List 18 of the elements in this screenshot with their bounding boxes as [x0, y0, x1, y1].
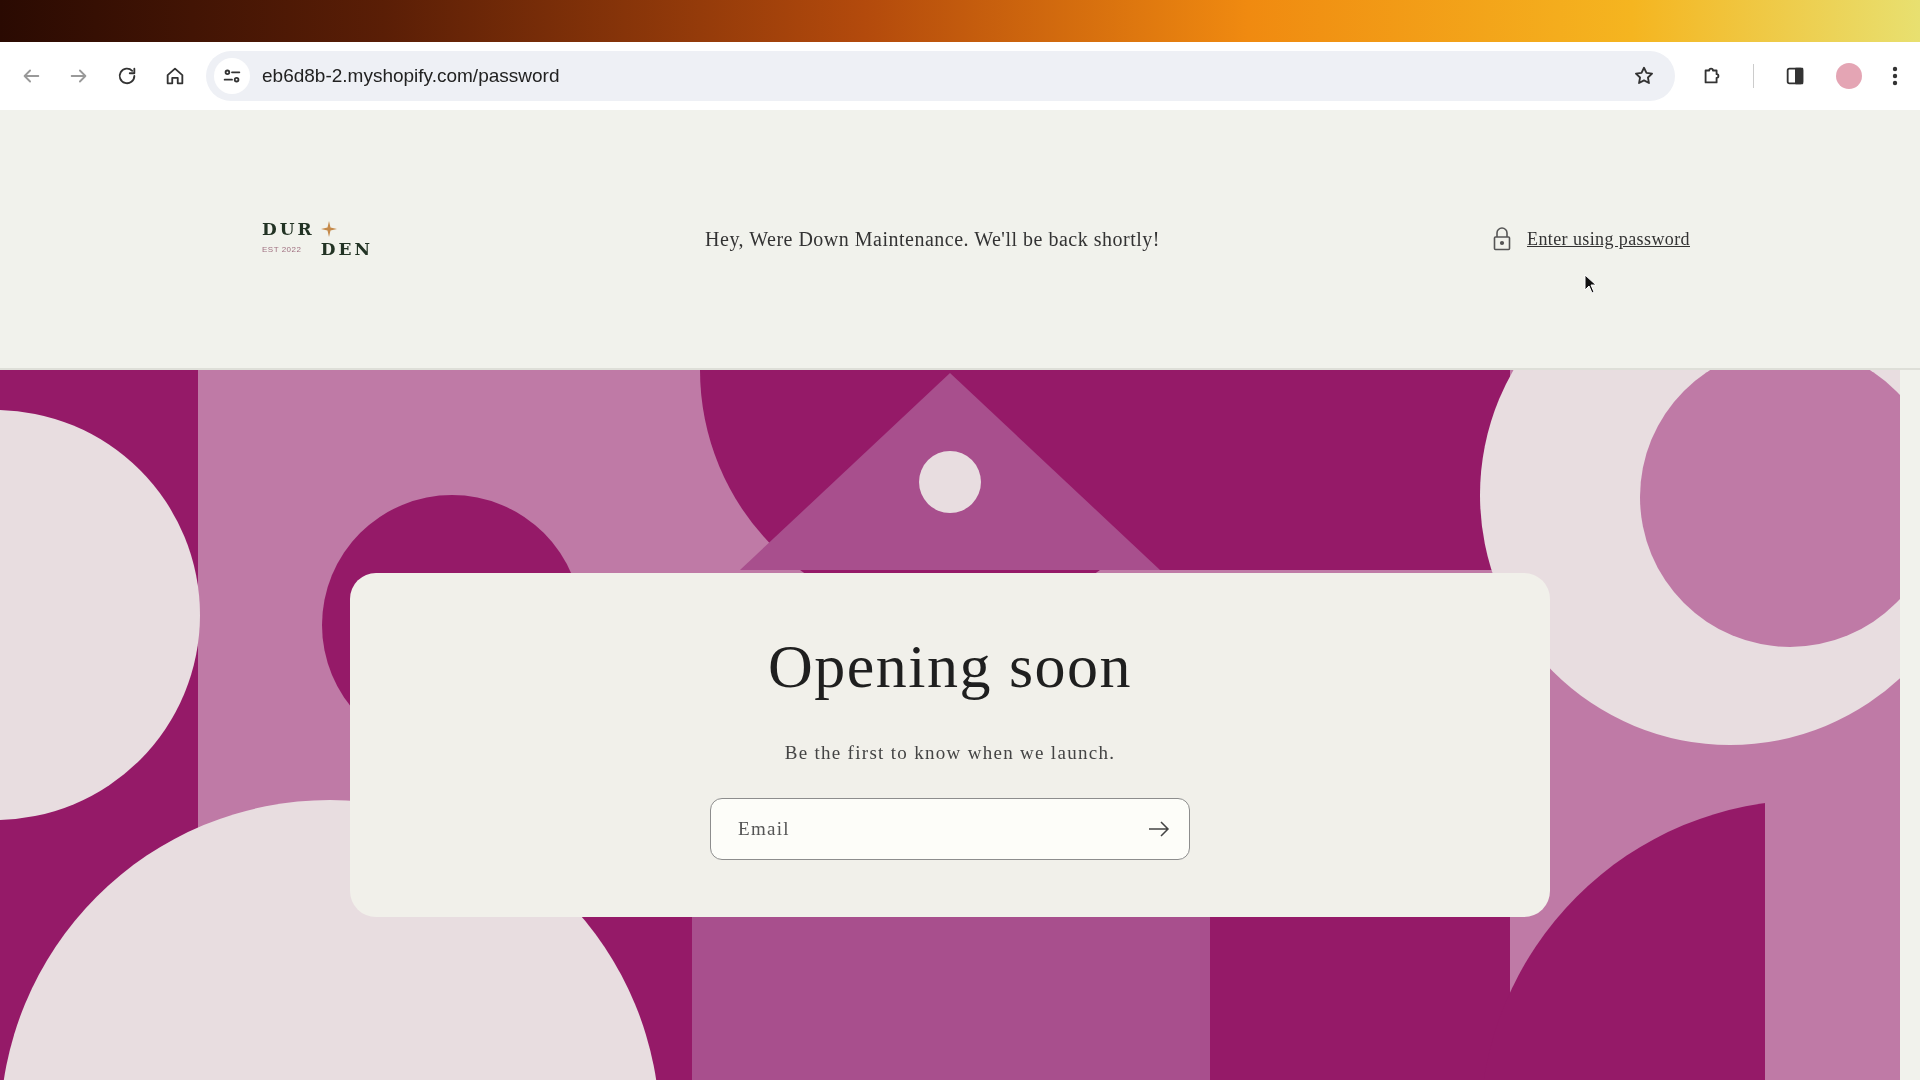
email-field[interactable]: Email	[710, 798, 1190, 860]
home-icon[interactable]	[164, 65, 186, 87]
reload-icon[interactable]	[116, 65, 138, 87]
logo-text-top: DUR	[262, 219, 315, 239]
logo-text-bottom: DEN	[320, 239, 373, 259]
arrow-right-icon	[1148, 821, 1170, 837]
menu-icon[interactable]	[1892, 66, 1898, 86]
announcement-text: Hey, Were Down Maintenance. We'll be back shortly!	[704, 227, 1161, 251]
side-panel-icon[interactable]	[1784, 65, 1806, 87]
star-icon[interactable]	[1633, 65, 1655, 87]
logo-tagline: EST 2022	[262, 244, 303, 254]
enter-password-link[interactable]: Enter using password	[1527, 228, 1690, 250]
cursor-icon	[1584, 274, 1598, 294]
sparkle-icon	[320, 221, 337, 237]
signup-subtitle: Be the first to know when we launch.	[784, 742, 1116, 764]
opening-soon-heading: Opening soon	[767, 631, 1133, 702]
padlock-icon	[1493, 227, 1511, 251]
store-logo[interactable]: DUR EST 2022 DEN	[262, 219, 372, 259]
